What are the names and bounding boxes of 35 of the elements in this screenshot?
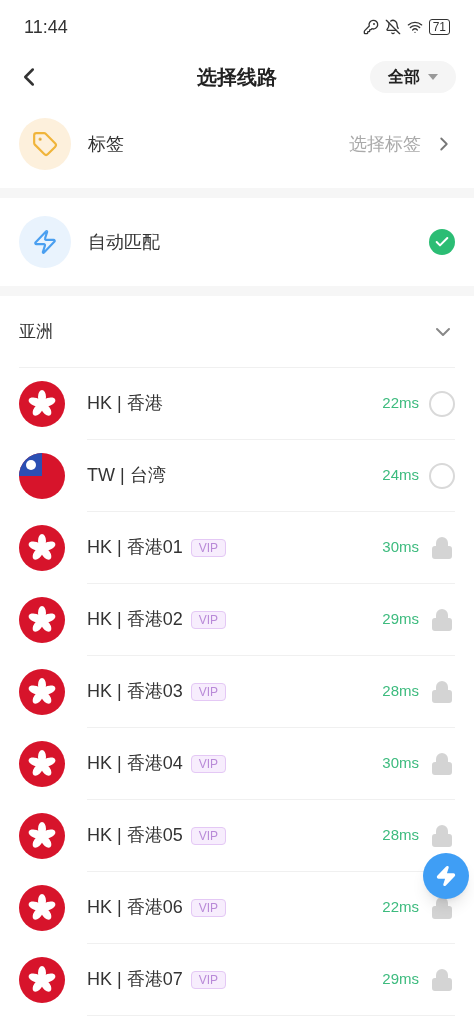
latency-text: 22ms — [382, 897, 419, 918]
server-name: HK | 香港04 — [87, 752, 183, 775]
status-time: 11:44 — [24, 15, 68, 39]
latency-text: 28ms — [382, 825, 419, 846]
region-label: 亚洲 — [19, 320, 53, 343]
vip-badge: VIP — [190, 754, 227, 773]
server-name: HK | 香港05 — [87, 824, 183, 847]
tag-value: 选择标签 — [349, 132, 421, 156]
filter-dropdown[interactable]: 全部 — [370, 61, 456, 93]
tag-row[interactable]: 标签 选择标签 — [0, 100, 474, 188]
latency-text: 30ms — [382, 753, 419, 774]
vip-badge: VIP — [190, 610, 227, 629]
vip-badge: VIP — [190, 970, 227, 989]
server-name: HK | 香港07 — [87, 968, 183, 991]
page-title: 选择线路 — [197, 65, 277, 90]
latency-text: 29ms — [382, 969, 419, 990]
latency-text: 28ms — [382, 681, 419, 702]
vip-badge: VIP — [190, 682, 227, 701]
vip-badge: VIP — [190, 898, 227, 917]
battery-indicator: 71 — [428, 19, 450, 35]
server-name: HK | 香港06 — [87, 896, 183, 919]
latency-text: 30ms — [382, 537, 419, 558]
server-name: HK | 香港 — [87, 392, 163, 415]
latency-text: 22ms — [382, 393, 419, 414]
tag-label: 标签 — [88, 132, 124, 156]
server-name: TW | 台湾 — [87, 464, 166, 487]
vip-badge: VIP — [190, 826, 227, 845]
vip-badge: VIP — [190, 538, 227, 557]
latency-text: 29ms — [382, 609, 419, 630]
auto-match-label: 自动匹配 — [88, 230, 160, 254]
server-name: HK | 香港01 — [87, 536, 183, 559]
auto-match-row[interactable]: 自动匹配 — [0, 198, 474, 286]
server-name: HK | 香港03 — [87, 680, 183, 703]
server-name: HK | 香港02 — [87, 608, 183, 631]
latency-text: 24ms — [382, 465, 419, 486]
